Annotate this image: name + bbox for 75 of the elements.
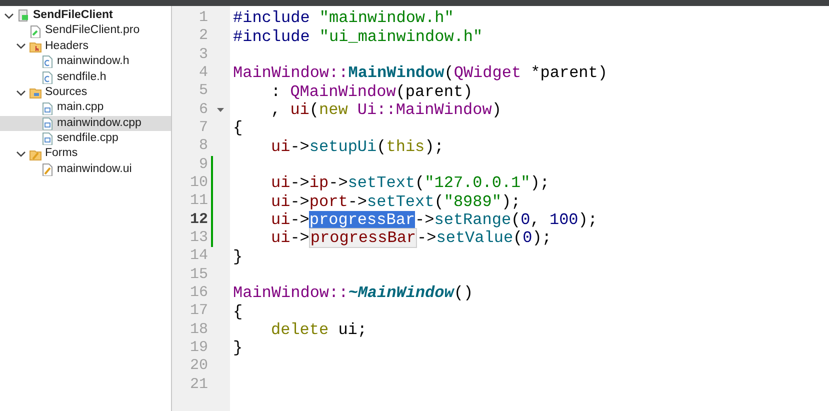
tree-item-label: mainwindow.cpp	[57, 118, 142, 130]
expanded-chevron-icon	[16, 41, 26, 52]
line-number: 7	[198, 118, 208, 138]
tree-item[interactable]: Headers	[0, 38, 171, 54]
line-number: 15	[188, 264, 208, 285]
code-line: ui->ip->setText("127.0.0.1");	[270, 174, 550, 192]
tree-item-label: SendFileClient.pro	[45, 25, 140, 37]
line-number: 9	[198, 154, 208, 175]
source-file-icon	[41, 132, 54, 146]
tree-item[interactable]: mainwindow.ui	[0, 162, 171, 178]
tree-item-label: Headers	[45, 40, 88, 52]
tree-item-label: sendfile.h	[57, 72, 106, 83]
code-line: #include "mainwindow.h"	[233, 9, 455, 28]
source-file-icon	[41, 116, 54, 130]
header-file-icon	[41, 55, 54, 68]
tree-item[interactable]: SendFileClient	[0, 8, 171, 24]
line-number: 16	[188, 283, 208, 304]
code-line: ui->progressBar->setValue(0);	[270, 229, 552, 248]
tree-item-label: SendFileClient	[33, 10, 113, 22]
code-line: MainWindow::~MainWindow()	[233, 284, 474, 302]
form-file-icon	[41, 163, 54, 176]
line-number: 18	[188, 320, 208, 340]
line-number: 1	[198, 8, 208, 28]
tree-item-label: Forms	[45, 148, 78, 160]
source-file-icon	[41, 102, 54, 115]
code-line: {	[233, 302, 244, 321]
line-number: 12	[188, 210, 208, 230]
expanded-chevron-icon	[16, 88, 26, 98]
tree-item[interactable]: sendfile.cpp	[0, 131, 171, 147]
line-number: 6	[198, 100, 208, 120]
line-number: 21	[188, 374, 208, 395]
line-number: 10	[188, 173, 208, 194]
tree-item-label: mainwindow.ui	[57, 164, 132, 176]
code-line: MainWindow::MainWindow(QWidget *parent)	[233, 64, 608, 82]
tree-item[interactable]: mainwindow.h	[0, 54, 171, 70]
header-folder-icon	[29, 40, 42, 53]
line-number: 5	[198, 81, 208, 102]
code-line: }	[233, 339, 244, 358]
header-file-icon	[41, 70, 54, 84]
code-line: : QMainWindow(parent)	[270, 82, 474, 101]
expanded-chevron-icon	[4, 10, 14, 21]
code-line: ui->port->setText("8989");	[270, 192, 522, 211]
tree-item-label: Sources	[45, 86, 88, 98]
code-line: }	[233, 247, 244, 266]
forms-folder-icon	[29, 148, 42, 161]
code-line: ui->progressBar->setRange(0, 100);	[270, 210, 598, 230]
line-number: 8	[198, 136, 208, 156]
code-line: , ui(new Ui::MainWindow)	[270, 100, 502, 120]
line-number: 14	[188, 246, 208, 266]
tree-item-label: main.cpp	[57, 102, 104, 114]
line-number: 4	[198, 62, 208, 83]
line-number: 2	[198, 26, 208, 46]
tree-item[interactable]: mainwindow.cpp	[0, 116, 171, 132]
expanded-chevron-icon	[16, 149, 26, 160]
code-line: {	[233, 119, 244, 138]
project-file-icon	[29, 24, 42, 38]
code-line: ui->setupUi(this);	[270, 137, 445, 156]
tree-item[interactable]: Forms	[0, 146, 171, 162]
source-folder-icon	[29, 86, 42, 100]
line-number: 13	[188, 228, 208, 248]
tree-item-label: mainwindow.h	[57, 56, 130, 68]
fold-marker-icon[interactable]	[217, 108, 224, 112]
tree-item[interactable]: main.cpp	[0, 100, 171, 116]
line-number: 3	[198, 44, 208, 65]
line-number: 20	[188, 356, 208, 376]
tree-item[interactable]: sendfile.h	[0, 70, 171, 85]
tree-item-label: sendfile.cpp	[57, 133, 118, 145]
line-number: 11	[188, 191, 208, 212]
code-line: #include "ui_mainwindow.h"	[233, 27, 484, 46]
line-number: 17	[188, 301, 208, 322]
project-file-icon	[17, 9, 30, 22]
tree-item[interactable]: SendFileClient.pro	[0, 23, 171, 39]
tree-item[interactable]: Sources	[0, 84, 171, 100]
line-number: 19	[188, 338, 208, 358]
code-line: delete ui;	[270, 320, 368, 340]
